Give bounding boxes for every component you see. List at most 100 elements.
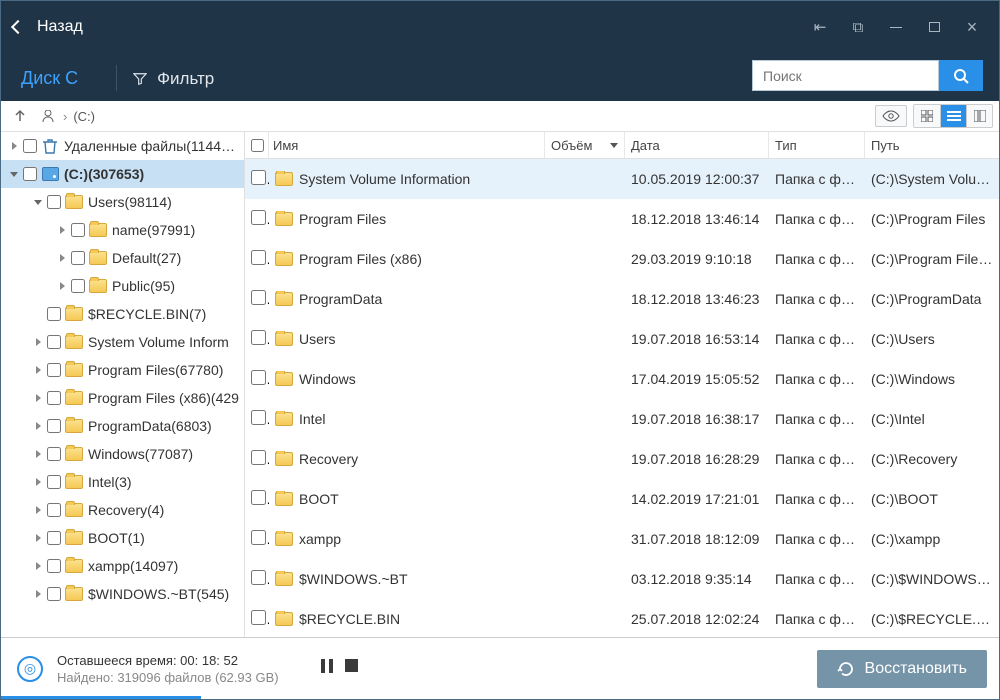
minimize-button[interactable]	[877, 12, 915, 42]
pause-button[interactable]	[321, 659, 333, 678]
row-checkbox[interactable]	[251, 370, 266, 385]
file-row[interactable]: Windows17.04.2019 15:05:52Папка с фай…(C…	[245, 359, 999, 399]
stop-button[interactable]	[345, 659, 358, 678]
tab-disk-c[interactable]: Диск C	[21, 68, 94, 101]
file-row[interactable]: $RECYCLE.BIN25.07.2018 12:02:24Папка с ф…	[245, 599, 999, 637]
filter-button[interactable]: Фильтр	[133, 69, 214, 101]
chevron-right-icon[interactable]	[31, 394, 45, 402]
chevron-right-icon[interactable]	[31, 366, 45, 374]
search-button[interactable]	[939, 60, 983, 91]
column-date[interactable]: Дата	[625, 132, 769, 158]
file-row[interactable]: Users19.07.2018 16:53:14Папка с фай…(C:)…	[245, 319, 999, 359]
pin-button[interactable]: ⇤	[801, 12, 839, 42]
tree-item[interactable]: Удаленные файлы(1144…	[1, 132, 244, 160]
tree-checkbox[interactable]	[47, 335, 61, 349]
tree-checkbox[interactable]	[47, 559, 61, 573]
row-checkbox[interactable]	[251, 250, 266, 265]
tree-checkbox[interactable]	[23, 167, 37, 181]
chevron-right-icon[interactable]	[31, 338, 45, 346]
column-path[interactable]: Путь	[865, 132, 999, 158]
row-checkbox[interactable]	[251, 610, 266, 625]
tree-item[interactable]: Public(95)	[1, 272, 244, 300]
chevron-right-icon[interactable]	[55, 254, 69, 262]
tree-checkbox[interactable]	[71, 251, 85, 265]
view-grid-button[interactable]	[914, 105, 940, 127]
search-input[interactable]	[752, 60, 939, 91]
tree-checkbox[interactable]	[47, 587, 61, 601]
tree-item[interactable]: Default(27)	[1, 244, 244, 272]
tree-checkbox[interactable]	[47, 447, 61, 461]
file-row[interactable]: xampp31.07.2018 18:12:09Папка с фай…(C:)…	[245, 519, 999, 559]
close-button[interactable]: ×	[953, 12, 991, 42]
row-checkbox[interactable]	[251, 530, 266, 545]
row-checkbox[interactable]	[251, 290, 266, 305]
tree-checkbox[interactable]	[47, 531, 61, 545]
tree-item[interactable]: System Volume Inform	[1, 328, 244, 356]
tree-item[interactable]: Program Files (x86)(429	[1, 384, 244, 412]
chevron-right-icon[interactable]	[31, 534, 45, 542]
view-detail-button[interactable]	[966, 105, 992, 127]
tree-item[interactable]: Program Files(67780)	[1, 356, 244, 384]
file-row[interactable]: Intel19.07.2018 16:38:17Папка с фай…(C:)…	[245, 399, 999, 439]
row-checkbox[interactable]	[251, 450, 266, 465]
up-button[interactable]	[7, 104, 33, 128]
file-row[interactable]: Program Files18.12.2018 13:46:14Папка с …	[245, 199, 999, 239]
chevron-right-icon[interactable]	[31, 450, 45, 458]
tree-panel[interactable]: Удаленные файлы(1144…(C:)(307653)Users(9…	[1, 132, 245, 637]
tree-item[interactable]: Windows(77087)	[1, 440, 244, 468]
column-size[interactable]: Объём	[545, 132, 625, 158]
restore-button[interactable]: ⧉	[839, 12, 877, 42]
file-row[interactable]: ProgramData18.12.2018 13:46:23Папка с фа…	[245, 279, 999, 319]
row-checkbox[interactable]	[251, 330, 266, 345]
tree-item[interactable]: $WINDOWS.~BT(545)	[1, 580, 244, 608]
file-row[interactable]: Recovery19.07.2018 16:28:29Папка с фай…(…	[245, 439, 999, 479]
tree-item[interactable]: Users(98114)	[1, 188, 244, 216]
row-checkbox[interactable]	[251, 210, 266, 225]
chevron-right-icon[interactable]	[31, 506, 45, 514]
file-row[interactable]: Program Files (x86)29.03.2019 9:10:18Пап…	[245, 239, 999, 279]
recover-button[interactable]: Восстановить	[817, 650, 987, 688]
row-checkbox[interactable]	[251, 410, 266, 425]
tree-item[interactable]: (C:)(307653)	[1, 160, 244, 188]
path-text[interactable]: (C:)	[73, 109, 95, 124]
column-name[interactable]: Имя	[269, 132, 545, 158]
tree-checkbox[interactable]	[47, 307, 61, 321]
chevron-right-icon[interactable]	[31, 562, 45, 570]
tree-item[interactable]: name(97991)	[1, 216, 244, 244]
back-button[interactable]: Назад	[13, 18, 83, 36]
tree-checkbox[interactable]	[47, 195, 61, 209]
chevron-right-icon[interactable]	[31, 478, 45, 486]
tree-checkbox[interactable]	[47, 475, 61, 489]
chevron-right-icon[interactable]	[7, 142, 21, 150]
row-checkbox[interactable]	[251, 570, 266, 585]
chevron-down-icon[interactable]	[7, 172, 21, 177]
row-checkbox[interactable]	[251, 490, 266, 505]
tree-checkbox[interactable]	[47, 419, 61, 433]
tree-item[interactable]: xampp(14097)	[1, 552, 244, 580]
tree-checkbox[interactable]	[23, 139, 37, 153]
chevron-right-icon[interactable]	[31, 590, 45, 598]
file-row[interactable]: System Volume Information10.05.2019 12:0…	[245, 159, 999, 199]
column-checkbox[interactable]	[245, 132, 269, 158]
file-row[interactable]: BOOT14.02.2019 17:21:01Папка с фай…(C:)\…	[245, 479, 999, 519]
select-all-checkbox[interactable]	[251, 139, 264, 152]
tree-item[interactable]: Intel(3)	[1, 468, 244, 496]
tree-item[interactable]: Recovery(4)	[1, 496, 244, 524]
tree-checkbox[interactable]	[47, 391, 61, 405]
view-list-button[interactable]	[940, 105, 966, 127]
tree-item[interactable]: $RECYCLE.BIN(7)	[1, 300, 244, 328]
tree-item[interactable]: ProgramData(6803)	[1, 412, 244, 440]
file-row[interactable]: $WINDOWS.~BT03.12.2018 9:35:14Папка с фа…	[245, 559, 999, 599]
preview-button[interactable]	[875, 105, 907, 127]
tree-checkbox[interactable]	[47, 363, 61, 377]
chevron-right-icon[interactable]	[31, 422, 45, 430]
chevron-right-icon[interactable]	[55, 282, 69, 290]
row-checkbox[interactable]	[251, 170, 266, 185]
column-type[interactable]: Тип	[769, 132, 865, 158]
tree-checkbox[interactable]	[47, 503, 61, 517]
chevron-right-icon[interactable]	[55, 226, 69, 234]
tree-item[interactable]: BOOT(1)	[1, 524, 244, 552]
file-rows[interactable]: System Volume Information10.05.2019 12:0…	[245, 159, 999, 637]
tree-checkbox[interactable]	[71, 223, 85, 237]
chevron-down-icon[interactable]	[31, 200, 45, 205]
